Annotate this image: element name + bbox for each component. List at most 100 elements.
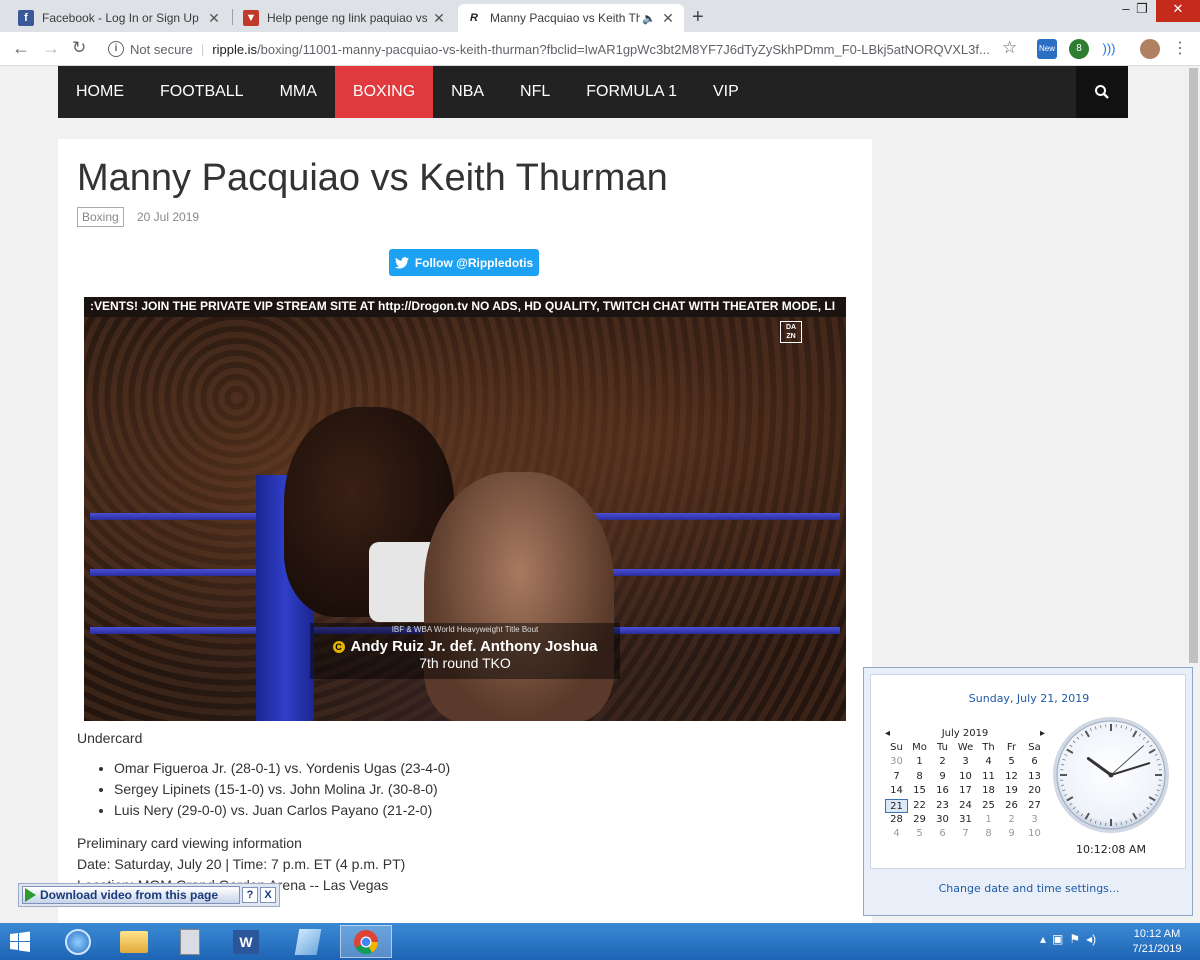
calendar-day[interactable]: 4: [977, 755, 1000, 769]
calendar-day[interactable]: 8: [908, 770, 931, 784]
calendar-day[interactable]: 5: [908, 827, 931, 841]
calendar-day[interactable]: 16: [931, 784, 954, 798]
calendar-day[interactable]: 1: [908, 755, 931, 769]
reload-icon[interactable]: ↻: [72, 38, 86, 58]
month-label[interactable]: July 2019: [942, 728, 989, 739]
windows-start-icon[interactable]: [8, 930, 32, 954]
calendar-day[interactable]: 22: [908, 799, 931, 813]
close-window-button[interactable]: ✕: [1156, 0, 1200, 22]
calendar-day[interactable]: 5: [1000, 755, 1023, 769]
calendar-day[interactable]: 3: [1023, 813, 1046, 827]
calendar-day[interactable]: 21: [885, 798, 908, 813]
prev-month-icon[interactable]: ◂: [885, 728, 890, 739]
forward-icon[interactable]: →: [42, 38, 60, 59]
close-download-bar-button[interactable]: X: [260, 887, 276, 903]
info-icon[interactable]: i: [108, 41, 124, 57]
calendar-day[interactable]: 2: [1000, 813, 1023, 827]
tab-facebook[interactable]: f Facebook - Log In or Sign Up ✕: [10, 4, 230, 32]
action-center-icon[interactable]: ⚑: [1069, 932, 1080, 946]
close-icon[interactable]: ✕: [660, 10, 676, 27]
long-date-link[interactable]: Sunday, July 21, 2019: [871, 692, 1187, 705]
calendar-day[interactable]: 11: [977, 770, 1000, 784]
show-hidden-icons[interactable]: ▴: [1040, 932, 1046, 946]
word-icon[interactable]: W: [220, 925, 272, 958]
calendar-day[interactable]: 10: [1023, 827, 1046, 841]
folder-icon[interactable]: [108, 925, 160, 958]
calendar-day[interactable]: 15: [908, 784, 931, 798]
scrollbar-thumb[interactable]: [1189, 68, 1198, 663]
speaker-icon[interactable]: 🔈: [642, 12, 656, 25]
fight-result: C Andy Ruiz Jr. def. Anthony Joshua: [310, 638, 620, 655]
calendar-day[interactable]: 9: [931, 770, 954, 784]
nav-boxing[interactable]: BOXING: [334, 66, 434, 118]
calendar-day[interactable]: 23: [931, 799, 954, 813]
calendar-day[interactable]: 6: [1023, 755, 1046, 769]
calendar-day[interactable]: 29: [908, 813, 931, 827]
calendar-day[interactable]: 8: [977, 827, 1000, 841]
calendar-day[interactable]: 30: [885, 755, 908, 769]
url-field[interactable]: i Not secure | ripple.is /boxing/11001-m…: [104, 36, 1028, 62]
extension-badge-icon[interactable]: 8: [1069, 39, 1089, 59]
notepad-icon[interactable]: [282, 925, 334, 958]
calendar-day[interactable]: 18: [977, 784, 1000, 798]
nav-nba[interactable]: NBA: [433, 66, 502, 118]
calendar-day[interactable]: 27: [1023, 799, 1046, 813]
calendar-day[interactable]: 12: [1000, 770, 1023, 784]
bookmark-star-icon[interactable]: ☆: [1002, 38, 1017, 58]
video-player[interactable]: :VENTS! JOIN THE PRIVATE VIP STREAM SITE…: [84, 297, 846, 721]
nav-vip[interactable]: VIP: [695, 66, 757, 118]
download-video-button[interactable]: Download video from this page: [22, 886, 240, 904]
chrome-icon[interactable]: [340, 925, 392, 958]
next-month-icon[interactable]: ▸: [1040, 728, 1045, 739]
twitter-follow-button[interactable]: Follow @Rippledotis: [389, 249, 539, 276]
tab-manny-pacquiao[interactable]: R Manny Pacquiao vs Keith Thu 🔈 ✕: [458, 4, 684, 32]
back-icon[interactable]: ←: [12, 38, 30, 59]
nav-nfl[interactable]: NFL: [502, 66, 568, 118]
change-datetime-link[interactable]: Change date and time settings...: [864, 882, 1194, 895]
calendar-day[interactable]: 2: [931, 755, 954, 769]
calendar-day[interactable]: 19: [1000, 784, 1023, 798]
calendar-day[interactable]: 3: [954, 755, 977, 769]
calendar-day[interactable]: 24: [954, 799, 977, 813]
close-icon[interactable]: ✕: [431, 10, 447, 27]
calendar-day[interactable]: 6: [931, 827, 954, 841]
volume-icon[interactable]: ◂): [1086, 932, 1096, 946]
calendar-day[interactable]: 20: [1023, 784, 1046, 798]
calendar-day[interactable]: 4: [885, 827, 908, 841]
avatar[interactable]: [1140, 39, 1160, 59]
taskbar-time: 10:12 AM: [1133, 928, 1181, 940]
calendar-day[interactable]: 10: [954, 770, 977, 784]
taskbar-clock[interactable]: 10:12 AM 7/21/2019: [1125, 927, 1189, 957]
close-icon[interactable]: ✕: [206, 10, 222, 27]
calculator-icon[interactable]: [164, 925, 216, 958]
cast-icon[interactable]: ))): [1099, 39, 1119, 59]
calendar-day[interactable]: 17: [954, 784, 977, 798]
new-tab-button[interactable]: +: [692, 6, 704, 29]
nav-football[interactable]: FOOTBALL: [142, 66, 262, 118]
nav-mma[interactable]: MMA: [262, 66, 335, 118]
calendar-day[interactable]: 31: [954, 813, 977, 827]
calendar-day[interactable]: 9: [1000, 827, 1023, 841]
calendar-day[interactable]: 28: [885, 813, 908, 827]
calendar-day[interactable]: 30: [931, 813, 954, 827]
category-badge[interactable]: Boxing: [77, 207, 124, 227]
calendar-day[interactable]: 7: [954, 827, 977, 841]
calendar-day[interactable]: 25: [977, 799, 1000, 813]
calendar-day[interactable]: 1: [977, 813, 1000, 827]
tab-separator: [232, 9, 233, 25]
calendar-day[interactable]: 14: [885, 784, 908, 798]
page-title: Manny Pacquiao vs Keith Thurman: [77, 157, 668, 199]
weekday-label: Sa: [1028, 742, 1041, 753]
calendar-day[interactable]: 13: [1023, 770, 1046, 784]
nav-formula-1[interactable]: FORMULA 1: [568, 66, 695, 118]
tab-help-penge[interactable]: ▼ Help penge ng link paquiao vs th ✕: [235, 4, 455, 32]
help-button[interactable]: ?: [242, 887, 258, 903]
search-button[interactable]: [1076, 66, 1128, 118]
network-icon[interactable]: ▣: [1052, 932, 1063, 946]
new-badge-icon[interactable]: New: [1037, 39, 1057, 59]
calendar-day[interactable]: 7: [885, 770, 908, 784]
nav-home[interactable]: HOME: [58, 66, 142, 118]
menu-icon[interactable]: ⋮: [1170, 39, 1190, 59]
calendar-day[interactable]: 26: [1000, 799, 1023, 813]
ie-icon[interactable]: [52, 925, 104, 958]
